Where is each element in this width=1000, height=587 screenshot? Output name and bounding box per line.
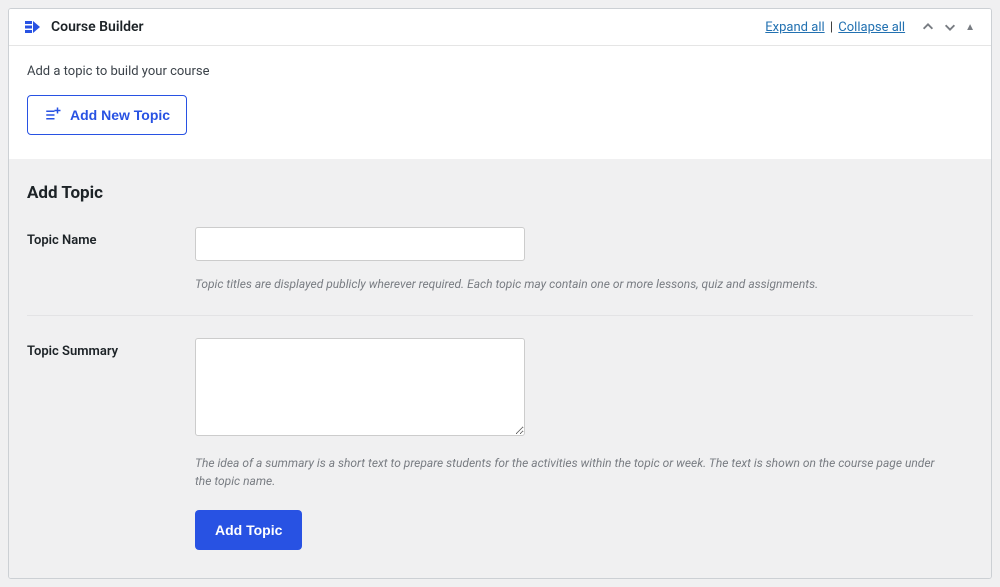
form-title: Add Topic [27,183,973,203]
topic-name-help: Topic titles are displayed publicly wher… [195,275,935,293]
add-new-topic-button[interactable]: Add New Topic [27,95,187,135]
collapse-all-link[interactable]: Collapse all [838,20,905,35]
intro-text: Add a topic to build your course [27,64,973,79]
chevron-up-icon[interactable] [921,20,935,34]
course-builder-icon [25,19,41,35]
topic-summary-input[interactable] [195,338,525,436]
panel-header-right: Expand all | Collapse all ▲ [765,20,975,35]
main-section: Add a topic to build your course Add New… [9,46,991,159]
panel-header: Course Builder Expand all | Collapse all [9,9,991,46]
add-new-topic-label: Add New Topic [70,107,170,123]
panel-header-left: Course Builder [25,19,144,35]
topic-name-field: Topic titles are displayed publicly wher… [195,227,973,293]
topic-name-label: Topic Name [27,227,195,248]
links-separator: | [830,20,833,35]
triangle-up-icon[interactable]: ▲ [965,22,975,33]
add-topic-form: Add Topic Topic Name Topic titles are di… [9,159,991,578]
add-topic-submit-button[interactable]: Add Topic [195,510,302,550]
topic-summary-field: The idea of a summary is a short text to… [195,338,973,550]
topic-name-input[interactable] [195,227,525,261]
topic-summary-label: Topic Summary [27,338,195,359]
panel-title: Course Builder [51,19,144,35]
chevron-down-icon[interactable] [943,20,957,34]
course-builder-panel: Course Builder Expand all | Collapse all [8,8,992,579]
topic-summary-help: The idea of a summary is a short text to… [195,454,935,490]
topic-summary-row: Topic Summary The idea of a summary is a… [27,338,973,550]
expand-collapse-links: Expand all | Collapse all [765,20,905,35]
list-plus-icon [44,106,62,124]
expand-all-link[interactable]: Expand all [765,20,824,35]
header-controls: ▲ [921,20,975,34]
topic-name-row: Topic Name Topic titles are displayed pu… [27,227,973,316]
